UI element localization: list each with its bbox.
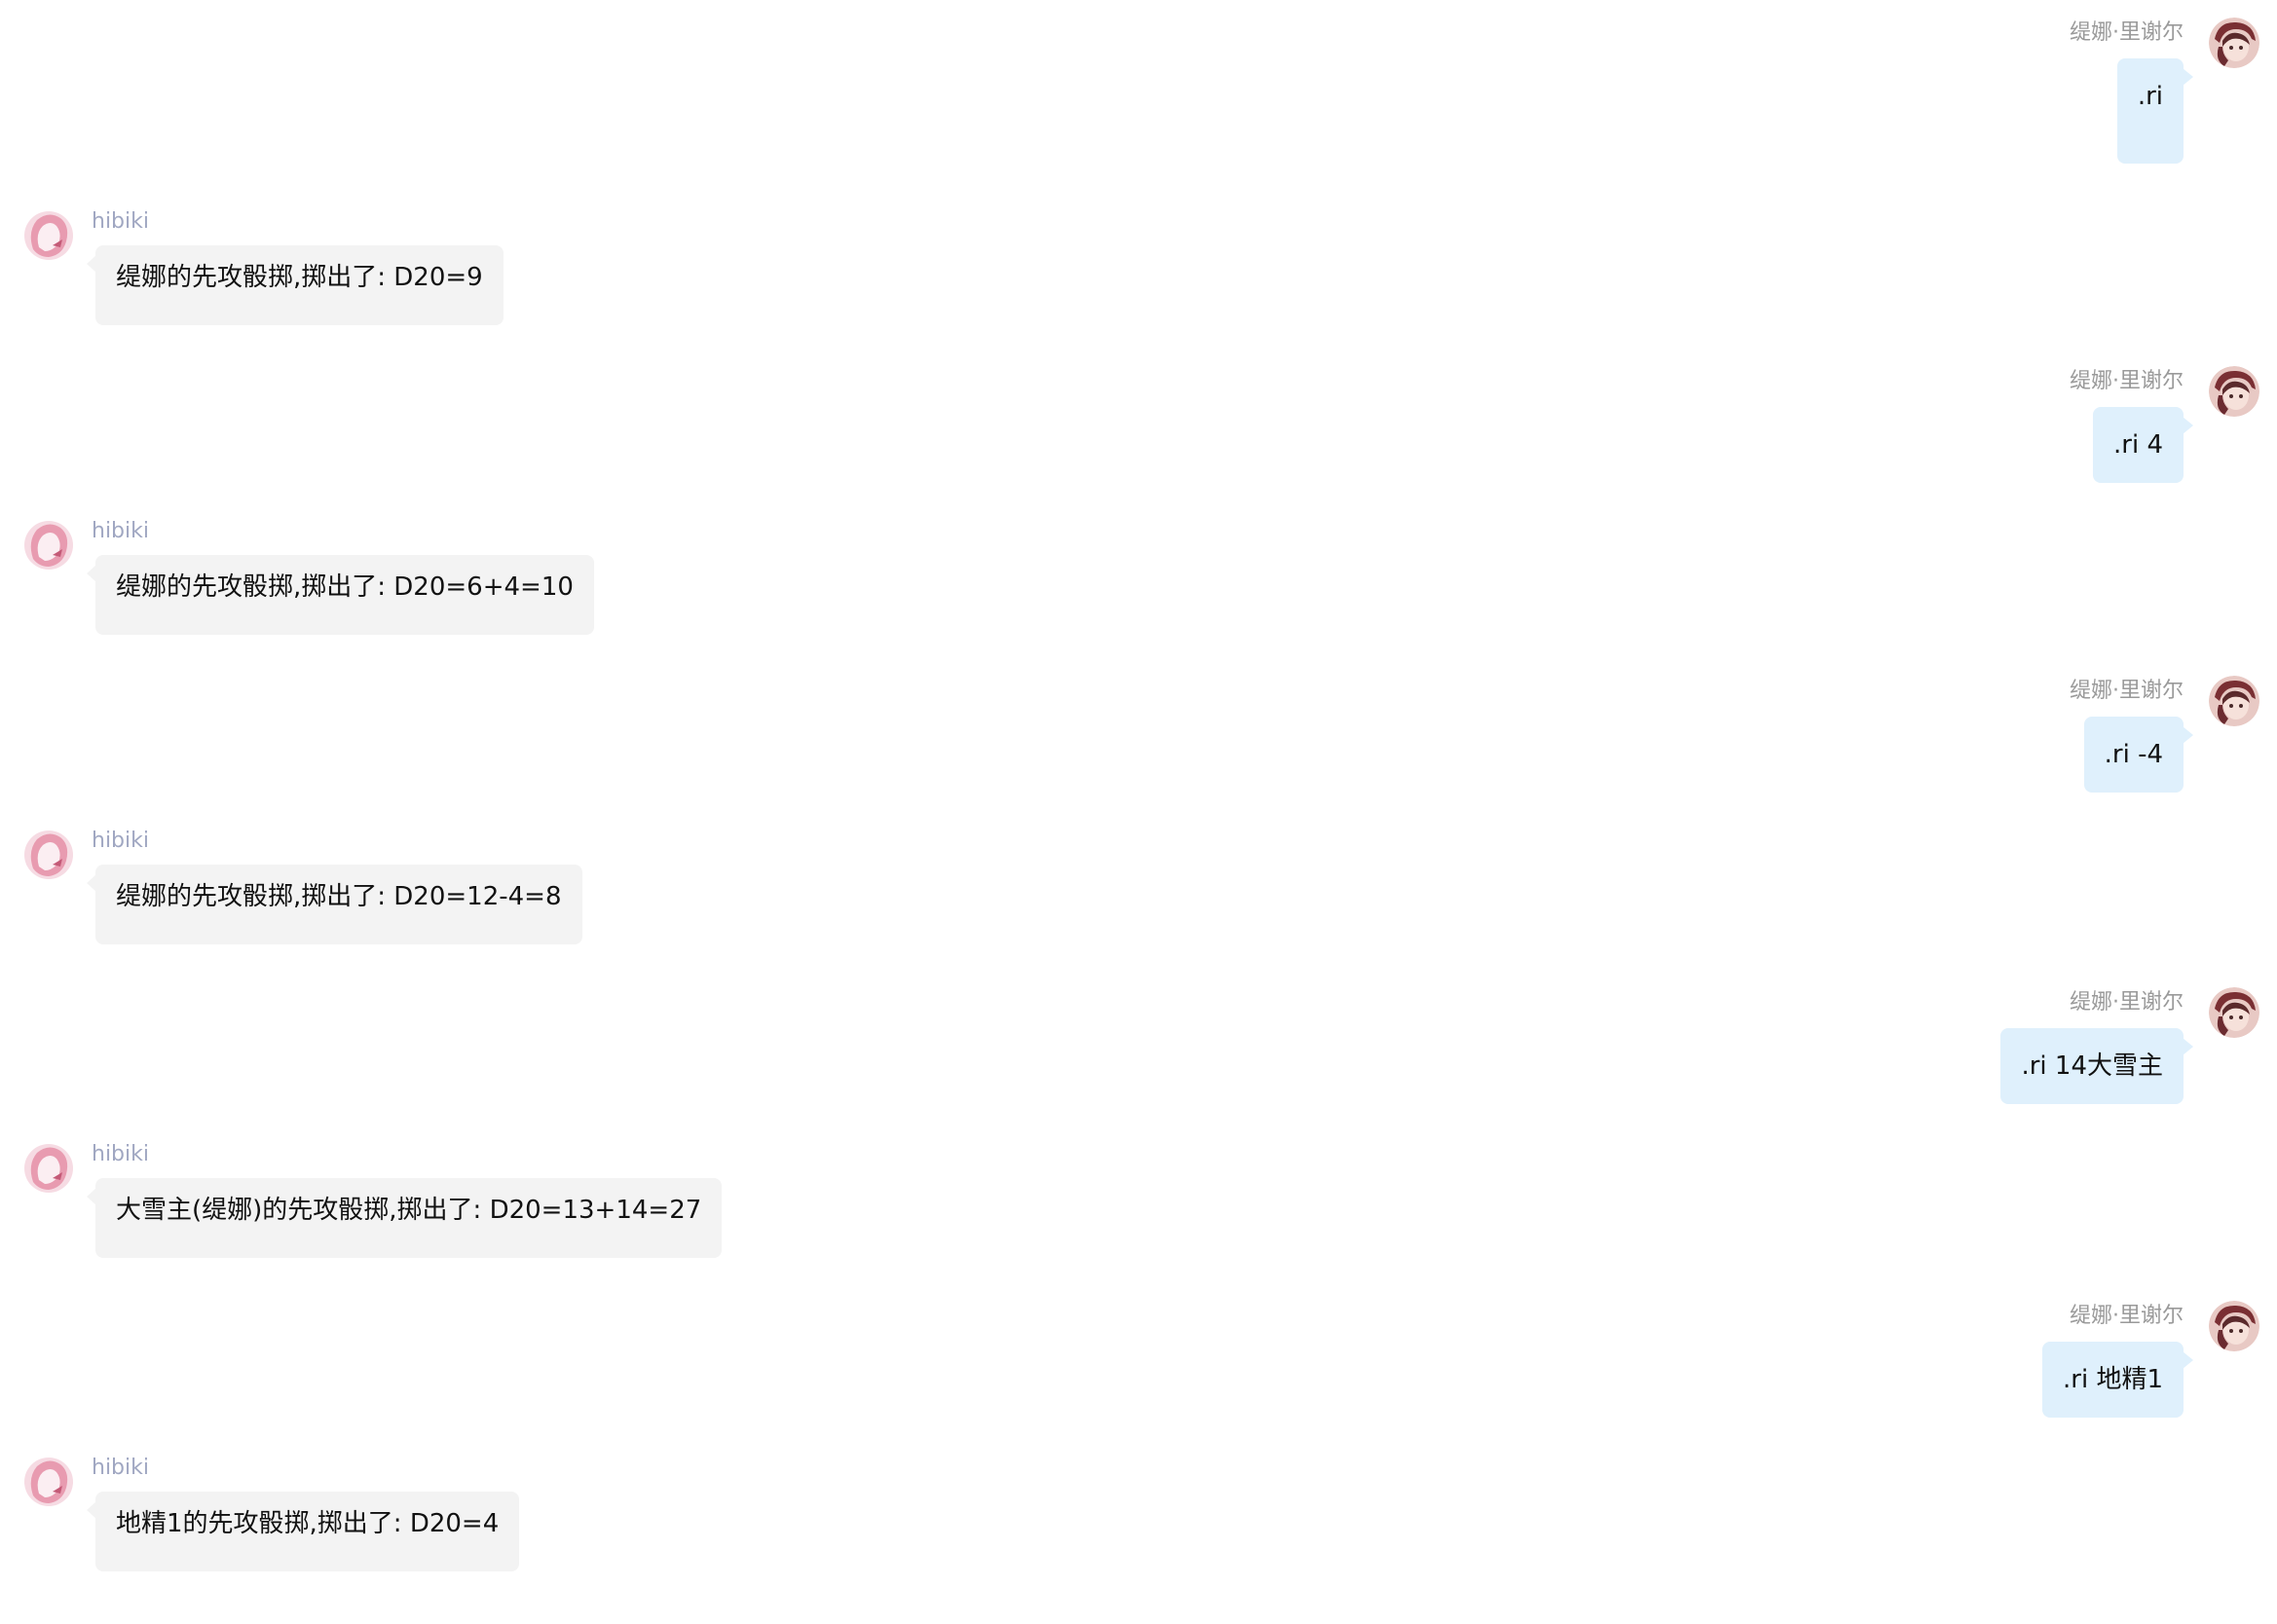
bot-avatar-icon[interactable] bbox=[23, 520, 74, 571]
user-avatar-icon[interactable] bbox=[2209, 1301, 2259, 1351]
message-bot: hibiki 大雪主(缇娜)的先攻骰掷,掷出了: D20=13+14=27 bbox=[0, 1142, 974, 1270]
sender-name: hibiki bbox=[92, 1456, 149, 1480]
sender-name: 缇娜·里谢尔 bbox=[2070, 990, 2184, 1015]
message-user: 缇娜·里谢尔 .ri -4 bbox=[1303, 676, 2277, 802]
message-bot: hibiki 缇娜的先攻骰掷,掷出了: D20=9 bbox=[0, 209, 974, 337]
message-bubble[interactable]: .ri 地精1 bbox=[2042, 1342, 2193, 1418]
user-avatar-icon[interactable] bbox=[2209, 987, 2259, 1038]
sender-name: 缇娜·里谢尔 bbox=[2070, 369, 2184, 393]
message-bot: hibiki 缇娜的先攻骰掷,掷出了: D20=12-4=8 bbox=[0, 829, 974, 956]
message-bubble[interactable]: 大雪主(缇娜)的先攻骰掷,掷出了: D20=13+14=27 bbox=[86, 1178, 723, 1258]
message-user: 缇娜·里谢尔 .ri 地精1 bbox=[1303, 1301, 2277, 1427]
bot-avatar-icon[interactable] bbox=[23, 830, 74, 880]
bot-avatar-icon[interactable] bbox=[23, 210, 74, 261]
message-bubble[interactable]: 缇娜的先攻骰掷,掷出了: D20=12-4=8 bbox=[87, 865, 582, 944]
message-bubble[interactable]: 缇娜的先攻骰掷,掷出了: D20=9 bbox=[87, 245, 504, 325]
message-bot: hibiki 缇娜的先攻骰掷,掷出了: D20=6+4=10 bbox=[0, 519, 974, 646]
bot-avatar-icon[interactable] bbox=[23, 1457, 74, 1507]
sender-name: hibiki bbox=[92, 829, 149, 853]
message-bubble[interactable]: .ri -4 bbox=[2083, 717, 2194, 793]
message-bubble[interactable]: .ri 4 bbox=[2093, 407, 2193, 483]
sender-name: hibiki bbox=[92, 209, 149, 234]
user-avatar-icon[interactable] bbox=[2209, 366, 2259, 417]
sender-name: 缇娜·里谢尔 bbox=[2070, 679, 2184, 703]
sender-name: 缇娜·里谢尔 bbox=[2070, 20, 2184, 45]
chat-log: 缇娜·里谢尔 .ri hibiki 缇娜的先攻骰掷,掷出了: D20=9 缇娜·… bbox=[0, 0, 2277, 1624]
message-user: 缇娜·里谢尔 .ri 14大雪主 bbox=[1303, 987, 2277, 1114]
message-bubble[interactable]: 地精1的先攻骰掷,掷出了: D20=4 bbox=[86, 1492, 520, 1571]
user-avatar-icon[interactable] bbox=[2209, 18, 2259, 68]
message-bubble[interactable]: .ri bbox=[2116, 58, 2194, 164]
message-user: 缇娜·里谢尔 .ri bbox=[1303, 18, 2277, 173]
user-avatar-icon[interactable] bbox=[2209, 676, 2259, 726]
sender-name: hibiki bbox=[92, 1142, 149, 1166]
sender-name: hibiki bbox=[92, 519, 149, 543]
message-bot: hibiki 地精1的先攻骰掷,掷出了: D20=4 bbox=[0, 1456, 974, 1583]
sender-name: 缇娜·里谢尔 bbox=[2070, 1304, 2184, 1328]
message-user: 缇娜·里谢尔 .ri 4 bbox=[1303, 366, 2277, 493]
message-bubble[interactable]: .ri 14大雪主 bbox=[2000, 1028, 2193, 1104]
message-bubble[interactable]: 缇娜的先攻骰掷,掷出了: D20=6+4=10 bbox=[87, 555, 594, 635]
bot-avatar-icon[interactable] bbox=[23, 1143, 74, 1194]
